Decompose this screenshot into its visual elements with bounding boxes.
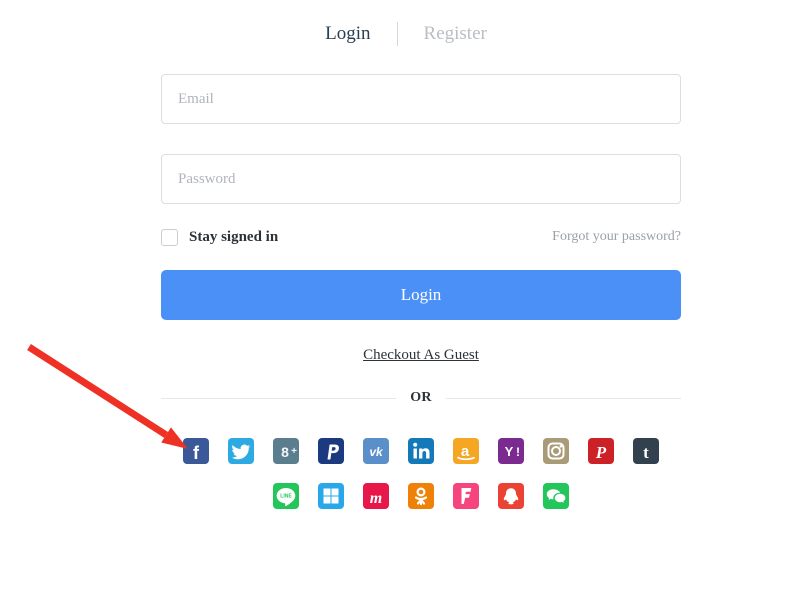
form-options-row: Stay signed in Forgot your password? [161,226,681,248]
tab-divider [396,22,398,46]
email-input[interactable] [161,74,681,124]
social-login-paypal[interactable] [318,438,344,464]
password-input[interactable] [161,154,681,204]
or-divider-label: OR [410,390,432,405]
social-login-row-2: LINE m [161,483,681,509]
login-page: Login Register Stay signed in Forgot you… [0,0,812,601]
social-login-facebook[interactable]: f [183,438,209,464]
or-divider-line-left [161,397,397,399]
auth-tabs: Login Register [0,20,812,48]
stay-signed-in-toggle[interactable]: Stay signed in [161,228,279,246]
social-login-wechat[interactable] [543,483,569,509]
login-form: Stay signed in Forgot your password? Log… [161,74,682,509]
social-login-linkedin[interactable] [408,438,434,464]
social-login-foursquare[interactable] [453,483,479,509]
social-login-instagram[interactable] [543,438,569,464]
social-login-pinterest[interactable]: P [588,438,614,464]
svg-text:vk: vk [369,445,384,459]
social-login-twitter[interactable] [228,438,254,464]
tab-register[interactable]: Register [424,20,487,48]
social-login-tumblr[interactable]: t [633,438,659,464]
or-divider-line-right [445,397,682,399]
social-login-meetup[interactable]: m [363,483,389,509]
login-submit-button[interactable]: Login [161,270,681,320]
social-login-vk[interactable]: vk [363,438,389,464]
svg-text:t: t [643,443,649,462]
svg-text:m: m [370,490,382,507]
stay-signed-in-label: Stay signed in [189,228,279,245]
social-login-qq[interactable] [498,483,524,509]
tab-login[interactable]: Login [325,20,370,48]
social-login-line[interactable]: LINE [273,483,299,509]
svg-text:f: f [193,443,200,463]
social-login-row-1: f 8 + vk a Y! Pt [161,438,681,464]
guest-checkout-row: Checkout As Guest [161,346,681,364]
or-divider: OR [161,390,682,406]
social-login-microsoft-windows[interactable] [318,483,344,509]
forgot-password-link[interactable]: Forgot your password? [552,229,681,245]
svg-text:Y: Y [505,444,514,459]
svg-text:P: P [595,443,607,462]
login-submit-label: Login [400,285,442,304]
social-login-odnoklassniki[interactable] [408,483,434,509]
social-login-yahoo[interactable]: Y! [498,438,524,464]
svg-text:+: + [291,446,297,457]
social-login-amazon[interactable]: a [453,438,479,464]
svg-text:8: 8 [281,444,289,460]
stay-signed-in-checkbox[interactable] [161,228,178,246]
svg-text:LINE: LINE [280,493,292,499]
social-login-google-plus[interactable]: 8 + [273,438,299,464]
checkout-as-guest-link[interactable]: Checkout As Guest [363,347,479,363]
svg-text:!: ! [516,445,520,459]
svg-text:a: a [461,443,470,460]
